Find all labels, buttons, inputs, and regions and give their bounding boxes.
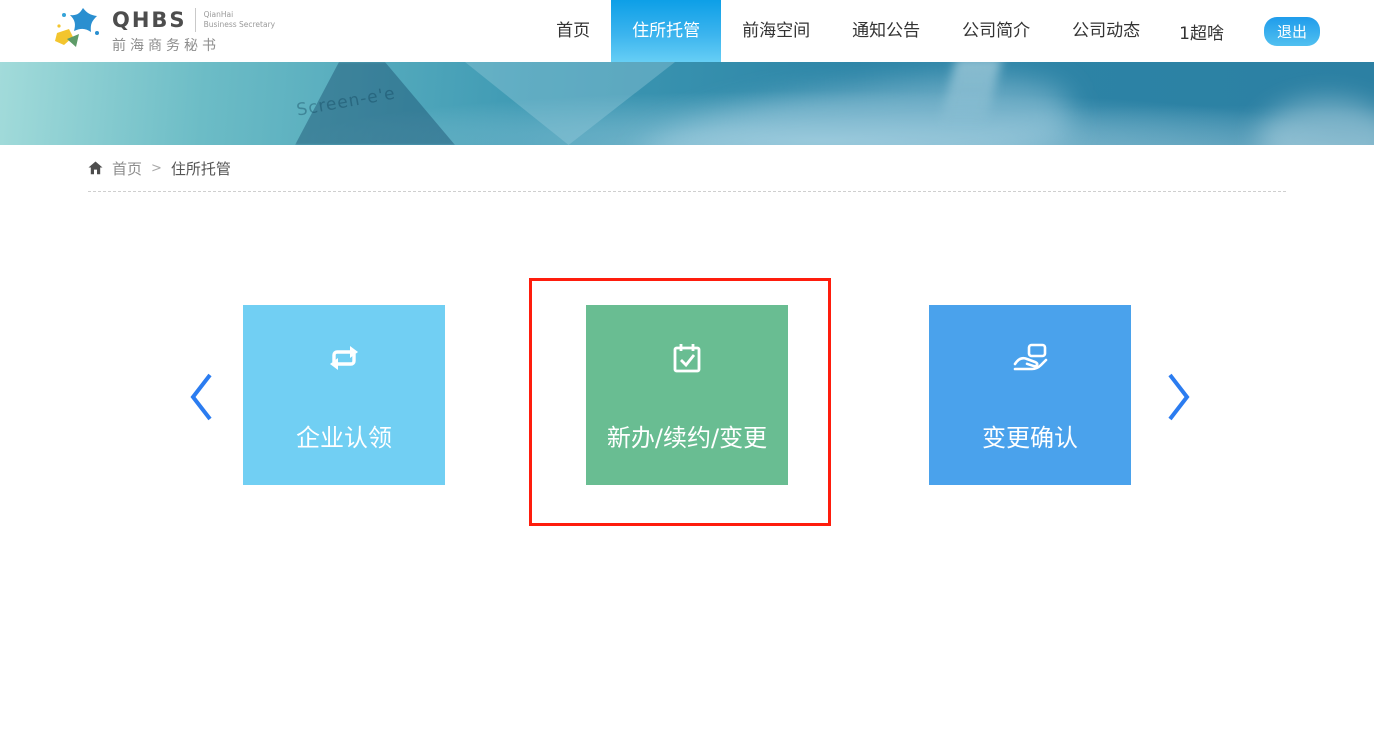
- nav-item-company-profile[interactable]: 公司简介: [941, 0, 1051, 62]
- chevron-right-icon: [1164, 371, 1194, 423]
- card-new-renew-change[interactable]: 新办/续约/变更: [586, 305, 788, 485]
- breadcrumb-separator: >: [151, 161, 162, 176]
- card-change-confirm[interactable]: 变更确认: [929, 305, 1131, 485]
- nav-item-qianhai-space[interactable]: 前海空间: [721, 0, 831, 62]
- brand-divider: [195, 8, 196, 32]
- nav-username[interactable]: 1超啥: [1161, 19, 1242, 44]
- brand-abbr: QHBS: [112, 8, 187, 32]
- nav-item-notices[interactable]: 通知公告: [831, 0, 941, 62]
- hero-banner: Screen-e'e: [0, 62, 1374, 145]
- brand-tagline-top: QianHai: [204, 10, 234, 19]
- brand-logo[interactable]: QHBS QianHai Business Secretary 前海商务秘书: [52, 6, 275, 56]
- hand-card-icon: [1008, 338, 1052, 378]
- card-label: 变更确认: [982, 418, 1078, 453]
- banner-hand-shape: [636, 62, 1074, 145]
- brand-logo-icon: [52, 6, 104, 56]
- carousel-prev-button[interactable]: [186, 371, 216, 423]
- carousel: 企业认领 新办/续约/变更 变更确认: [0, 192, 1374, 740]
- top-header: QHBS QianHai Business Secretary 前海商务秘书 首…: [0, 0, 1374, 62]
- main-nav: 首页 住所托管 前海空间 通知公告 公司简介 公司动态 1超啥 退出: [535, 0, 1320, 62]
- logout-button[interactable]: 退出: [1264, 17, 1320, 46]
- page: QHBS QianHai Business Secretary 前海商务秘书 首…: [0, 0, 1374, 740]
- breadcrumb-current: 住所托管: [171, 158, 231, 179]
- card-label: 新办/续约/变更: [607, 418, 767, 453]
- brand-text: QHBS QianHai Business Secretary 前海商务秘书: [112, 8, 275, 55]
- calendar-check-icon: [667, 338, 707, 378]
- brand-tagline: QianHai Business Secretary: [204, 10, 276, 30]
- nav-item-home[interactable]: 首页: [535, 0, 611, 62]
- breadcrumb-home-link[interactable]: 首页: [112, 158, 142, 179]
- card-enterprise-claim[interactable]: 企业认领: [243, 305, 445, 485]
- card-label: 企业认领: [296, 418, 392, 453]
- nav-item-residence-hosting[interactable]: 住所托管: [611, 0, 721, 62]
- chevron-left-icon: [186, 371, 216, 423]
- breadcrumb: 首页 > 住所托管: [88, 145, 1286, 192]
- brand-name-cn: 前海商务秘书: [112, 35, 275, 55]
- brand-tagline-bottom: Business Secretary: [204, 20, 276, 29]
- banner-corner-glow: [1258, 99, 1374, 145]
- swap-icon: [324, 338, 364, 378]
- home-icon: [88, 161, 103, 175]
- nav-item-company-news[interactable]: 公司动态: [1051, 0, 1161, 62]
- carousel-next-button[interactable]: [1164, 371, 1194, 423]
